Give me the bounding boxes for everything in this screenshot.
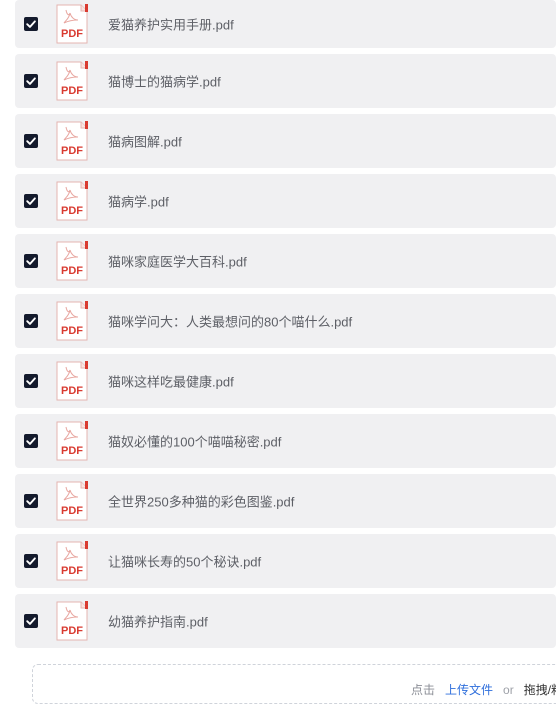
svg-text:PDF: PDF bbox=[61, 385, 83, 397]
pdf-file-icon: PDF bbox=[56, 601, 88, 641]
file-name: 爱猫养护实用手册.pdf bbox=[108, 17, 234, 33]
file-checkbox[interactable] bbox=[24, 614, 38, 628]
file-list: PDF 爱猫养护实用手册.pdf PDF 猫博士的猫病学.pdf PDF 猫病图… bbox=[15, 0, 556, 654]
svg-text:PDF: PDF bbox=[61, 565, 83, 577]
file-row-2[interactable]: PDF 猫博士的猫病学.pdf bbox=[15, 54, 556, 108]
file-checkbox[interactable] bbox=[24, 254, 38, 268]
svg-text:PDF: PDF bbox=[61, 325, 83, 337]
pdf-file-icon: PDF bbox=[56, 541, 88, 581]
svg-text:PDF: PDF bbox=[61, 145, 83, 157]
file-name: 猫病学.pdf bbox=[108, 194, 169, 210]
pdf-file-icon: PDF bbox=[56, 61, 88, 101]
file-checkbox[interactable] bbox=[24, 494, 38, 508]
pdf-file-icon: PDF bbox=[56, 421, 88, 461]
svg-text:PDF: PDF bbox=[61, 445, 83, 457]
check-icon bbox=[26, 137, 36, 145]
upload-hint: 点击上传文件 or 拖拽/粘 bbox=[411, 681, 556, 698]
file-checkbox[interactable] bbox=[24, 194, 38, 208]
file-row-6[interactable]: PDF 猫咪学问大：人类最想问的80个喵什么.pdf bbox=[15, 294, 556, 348]
file-name: 猫博士的猫病学.pdf bbox=[108, 74, 221, 90]
file-name: 猫咪家庭医学大百科.pdf bbox=[108, 254, 247, 270]
file-name: 猫咪学问大：人类最想问的80个喵什么.pdf bbox=[108, 314, 353, 330]
file-row-4[interactable]: PDF 猫病学.pdf bbox=[15, 174, 556, 228]
pdf-file-icon: PDF bbox=[56, 121, 88, 161]
file-checkbox[interactable] bbox=[24, 314, 38, 328]
file-row-5[interactable]: PDF 猫咪家庭医学大百科.pdf bbox=[15, 234, 556, 288]
file-name: 让猫咪长寿的50个秘诀.pdf bbox=[108, 554, 262, 570]
file-name: 全世界250多种猫的彩色图鉴.pdf bbox=[108, 494, 295, 510]
check-icon bbox=[26, 77, 36, 85]
file-name: 猫病图解.pdf bbox=[108, 134, 182, 150]
pdf-file-icon: PDF bbox=[56, 301, 88, 341]
file-row-9[interactable]: PDF 全世界250多种猫的彩色图鉴.pdf bbox=[15, 474, 556, 528]
svg-text:PDF: PDF bbox=[61, 265, 83, 277]
file-name: 猫咪这样吃最健康.pdf bbox=[108, 374, 234, 390]
upload-file-link[interactable]: 上传文件 bbox=[445, 683, 493, 697]
check-icon bbox=[26, 317, 36, 325]
file-row-1[interactable]: PDF 爱猫养护实用手册.pdf bbox=[15, 0, 556, 48]
file-row-7[interactable]: PDF 猫咪这样吃最健康.pdf bbox=[15, 354, 556, 408]
svg-text:PDF: PDF bbox=[61, 28, 83, 40]
file-checkbox[interactable] bbox=[24, 74, 38, 88]
pdf-file-icon: PDF bbox=[56, 241, 88, 281]
file-checkbox[interactable] bbox=[24, 17, 38, 31]
svg-text:PDF: PDF bbox=[61, 85, 83, 97]
pdf-file-icon: PDF bbox=[56, 4, 88, 44]
file-name: 猫奴必懂的100个喵喵秘密.pdf bbox=[108, 434, 282, 450]
file-row-10[interactable]: PDF 让猫咪长寿的50个秘诀.pdf bbox=[15, 534, 556, 588]
file-checkbox[interactable] bbox=[24, 134, 38, 148]
file-row-8[interactable]: PDF 猫奴必懂的100个喵喵秘密.pdf bbox=[15, 414, 556, 468]
upload-dropzone[interactable]: 点击上传文件 or 拖拽/粘 bbox=[32, 664, 556, 704]
check-icon bbox=[26, 20, 36, 28]
file-row-11[interactable]: PDF 幼猫养护指南.pdf bbox=[15, 594, 556, 648]
svg-text:PDF: PDF bbox=[61, 205, 83, 217]
check-icon bbox=[26, 617, 36, 625]
file-checkbox[interactable] bbox=[24, 374, 38, 388]
drag-paste-text: 拖拽/粘 bbox=[523, 683, 556, 697]
svg-text:PDF: PDF bbox=[61, 625, 83, 637]
check-icon bbox=[26, 257, 36, 265]
check-icon bbox=[26, 437, 36, 445]
click-text: 点击 bbox=[411, 683, 436, 697]
check-icon bbox=[26, 377, 36, 385]
file-checkbox[interactable] bbox=[24, 554, 38, 568]
pdf-file-icon: PDF bbox=[56, 181, 88, 221]
svg-text:PDF: PDF bbox=[61, 505, 83, 517]
file-row-3[interactable]: PDF 猫病图解.pdf bbox=[15, 114, 556, 168]
pdf-file-icon: PDF bbox=[56, 481, 88, 521]
check-icon bbox=[26, 557, 36, 565]
check-icon bbox=[26, 497, 36, 505]
or-text: or bbox=[503, 683, 514, 697]
check-icon bbox=[26, 197, 36, 205]
pdf-file-icon: PDF bbox=[56, 361, 88, 401]
file-name: 幼猫养护指南.pdf bbox=[108, 614, 208, 630]
file-checkbox[interactable] bbox=[24, 434, 38, 448]
